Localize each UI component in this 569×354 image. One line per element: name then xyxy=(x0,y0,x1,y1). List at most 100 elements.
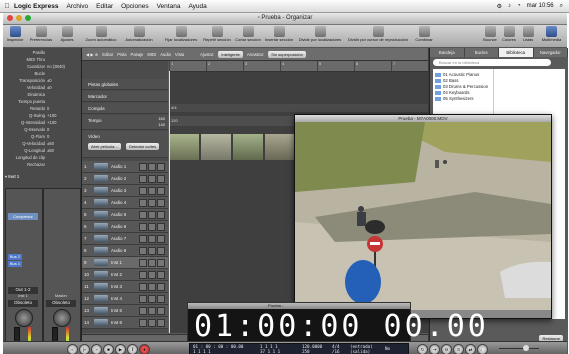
track-header[interactable]: 2 Audio 2 xyxy=(82,173,168,185)
solo-button[interactable] xyxy=(148,319,156,327)
snap-select[interactable]: Inteligente xyxy=(218,50,243,58)
track-name[interactable]: Audio 7 xyxy=(111,236,126,241)
track-header[interactable]: 5 Audio 5 xyxy=(82,209,168,221)
lists-button[interactable]: Listas xyxy=(519,26,537,42)
tab-browser[interactable]: Navegador xyxy=(533,48,568,57)
menu-opciones[interactable]: Opciones xyxy=(121,3,148,10)
menu-edit[interactable]: Editar xyxy=(102,52,113,57)
pan-knob[interactable] xyxy=(15,309,33,327)
record-enable-button[interactable] xyxy=(157,283,165,291)
inspector-row[interactable]: Q-Longitud ±50 xyxy=(5,148,54,153)
inspector-row[interactable]: Q-Swing +100 xyxy=(5,113,57,118)
solo-button[interactable] xyxy=(148,175,156,183)
inspector-row[interactable]: Q-Intervalo 0 xyxy=(5,127,49,132)
inspector-row[interactable]: Bucle xyxy=(5,71,47,76)
inspector-row[interactable]: Q-Velocidad ±50 xyxy=(5,141,54,146)
track-header[interactable]: 4 Audio 4 xyxy=(82,197,168,209)
compressor-slot[interactable]: Compresor xyxy=(8,213,38,220)
menu-archivo[interactable]: Archivo xyxy=(66,3,88,10)
solo-button[interactable]: S xyxy=(453,344,464,354)
track-header[interactable]: 1 Audio 1 xyxy=(82,161,168,173)
track-name[interactable]: Audio 6 xyxy=(111,224,126,229)
automation-mode[interactable]: Obsoleto xyxy=(46,300,76,307)
record-enable-button[interactable] xyxy=(157,271,165,279)
record-enable-button[interactable] xyxy=(157,223,165,231)
inspector-row-value[interactable]: ±50 xyxy=(47,141,54,146)
tool-icons[interactable]: ◀ ▶ ⊕ xyxy=(86,52,98,57)
record-enable-button[interactable] xyxy=(157,175,165,183)
bus2-send[interactable]: Bus 2 xyxy=(8,254,22,260)
library-item[interactable]: 01 Acoustic Pianos xyxy=(435,72,479,77)
go-start-button[interactable]: |« xyxy=(79,344,90,354)
inspector-row-value[interactable]: ±0 xyxy=(47,78,52,83)
app-menu[interactable]: Logic Express xyxy=(14,3,58,10)
global-tracks-header[interactable]: Pistas globales xyxy=(82,79,168,90)
record-enable-button[interactable] xyxy=(157,211,165,219)
inspector-row-value[interactable]: 0 xyxy=(47,127,49,132)
track-name[interactable]: Audio 8 xyxy=(111,248,126,253)
solo-button[interactable] xyxy=(148,247,156,255)
mute-button[interactable] xyxy=(139,187,147,195)
track-header[interactable]: 10 Inst 2 xyxy=(82,269,168,281)
tab-library[interactable]: Biblioteca xyxy=(499,48,534,57)
insert-section-button[interactable]: Insertar sección xyxy=(263,26,295,42)
record-enable-button[interactable] xyxy=(157,319,165,327)
track-name[interactable]: Audio 5 xyxy=(111,212,126,217)
menu-region[interactable]: Pasaje xyxy=(131,52,144,57)
minimize-button[interactable] xyxy=(16,15,22,21)
solo-button[interactable] xyxy=(148,307,156,315)
track-header[interactable]: 9 Inst 1 xyxy=(82,257,168,269)
split-by-locators-button[interactable]: Dividir por localizadores xyxy=(297,26,343,42)
spotlight-icon[interactable]: ⌕ xyxy=(560,3,563,10)
bounce-button[interactable]: Bounce xyxy=(481,26,499,42)
track-name[interactable]: Inst 5 xyxy=(111,308,122,313)
inspector-row[interactable]: Q-Flam 0 xyxy=(5,134,49,139)
mute-button[interactable] xyxy=(139,295,147,303)
inspector-row-value[interactable]: ±50 xyxy=(47,148,54,153)
track-header[interactable]: 6 Audio 6 xyxy=(82,221,168,233)
menu-ventana[interactable]: Ventana xyxy=(157,3,181,10)
sync-button[interactable]: ⇄ xyxy=(465,344,476,354)
track-name[interactable]: Audio 2 xyxy=(111,176,126,181)
record-enable-button[interactable] xyxy=(157,295,165,303)
library-search-input[interactable]: Buscar en la biblioteca xyxy=(433,59,551,66)
mute-button[interactable] xyxy=(139,235,147,243)
gear-icon[interactable]: ⚙ xyxy=(497,3,502,10)
mute-button[interactable] xyxy=(139,211,147,219)
solo-button[interactable] xyxy=(148,271,156,279)
menu-ayuda[interactable]: Ayuda xyxy=(188,3,206,10)
split-by-playhead-button[interactable]: Dividir por cursor de reproducción xyxy=(343,26,413,42)
inspector-row[interactable]: Rechazar xyxy=(5,162,47,167)
inspector-section[interactable]: ▾ Inst 1 xyxy=(5,174,19,179)
solo-button[interactable] xyxy=(148,223,156,231)
marker-track[interactable]: Marcador xyxy=(82,91,168,102)
tab-loops[interactable]: Bucles xyxy=(464,48,499,57)
inspector-row[interactable]: Velocidad ±0 xyxy=(5,85,52,90)
record-button[interactable]: ● xyxy=(139,344,150,354)
menu-view[interactable]: Vista xyxy=(175,52,184,57)
merge-button[interactable]: Combinar xyxy=(413,26,435,42)
automation-button[interactable]: Automatización xyxy=(123,26,155,42)
tempo-track[interactable]: Tempo 160 140 xyxy=(82,115,168,130)
tab-bin[interactable]: Bandeja xyxy=(430,48,465,57)
mute-button[interactable] xyxy=(139,307,147,315)
inspector-row[interactable]: Transposición ±0 xyxy=(5,78,52,83)
detect-cuts-button[interactable]: Detectar cortes xyxy=(126,143,160,150)
inspector-row[interactable]: Tiempo puerta xyxy=(5,99,47,104)
forward-button[interactable]: » xyxy=(91,344,102,354)
play-button[interactable]: ▶ xyxy=(115,344,126,354)
mute-button[interactable] xyxy=(139,175,147,183)
solo-button[interactable] xyxy=(148,295,156,303)
master-volume-thumb[interactable] xyxy=(523,345,529,351)
signature-track[interactable]: Compás xyxy=(82,103,168,114)
menu-editar[interactable]: Editar xyxy=(96,3,113,10)
inspector-row-value[interactable]: +100 xyxy=(47,120,56,125)
mute-button[interactable] xyxy=(139,163,147,171)
mute-button[interactable] xyxy=(139,223,147,231)
inspector-row[interactable]: MIDI Thru xyxy=(5,57,47,62)
track-name[interactable]: Audio 3 xyxy=(111,188,126,193)
master-volume-slider[interactable] xyxy=(499,348,539,349)
library-item[interactable]: 03 Drums & Percussion xyxy=(435,84,488,89)
solo-button[interactable] xyxy=(148,199,156,207)
mute-button[interactable] xyxy=(139,247,147,255)
